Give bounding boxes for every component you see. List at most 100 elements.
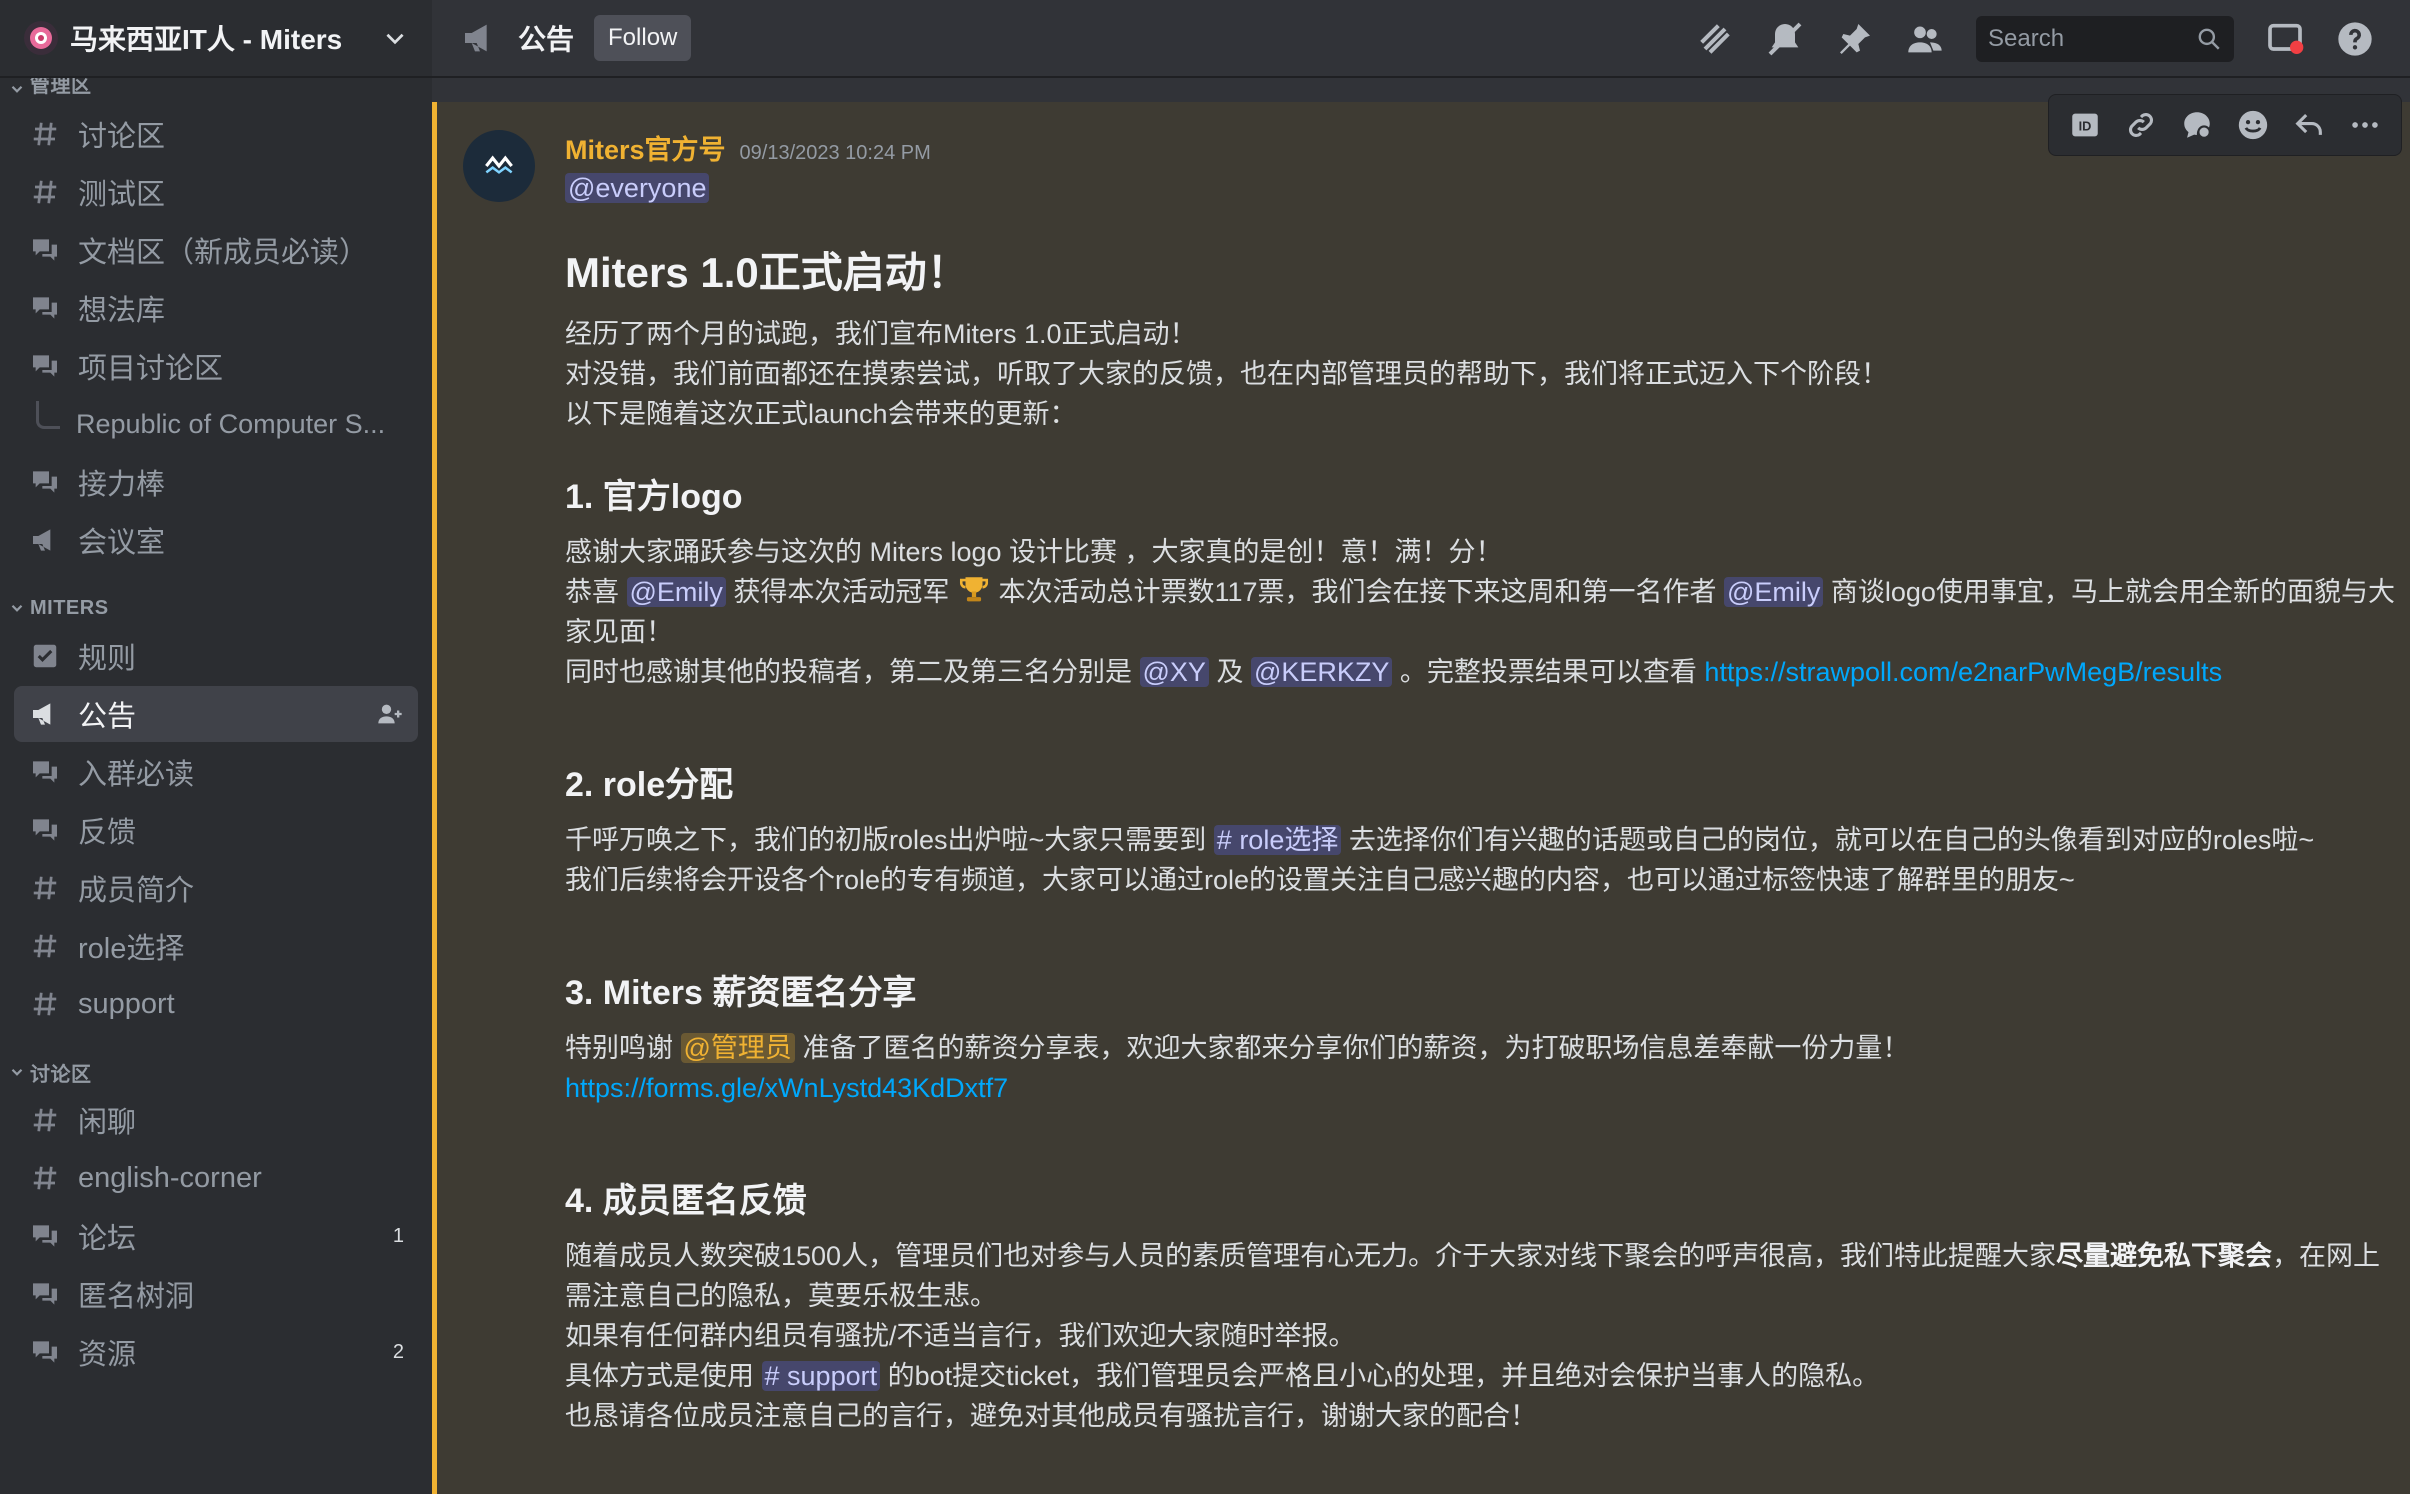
discord-window: 马来西亚IT人 - Miters 管理区 讨论区 测试区 文档区（新成员必读） — [0, 0, 2410, 1494]
hash-icon — [28, 1103, 62, 1137]
threads-icon[interactable] — [1694, 18, 1736, 60]
channel-item[interactable]: 项目讨论区 — [14, 338, 418, 394]
copy-id-icon[interactable]: ID — [2064, 104, 2106, 146]
create-thread-icon[interactable] — [2176, 104, 2218, 146]
copy-link-icon[interactable] — [2120, 104, 2162, 146]
message-content: @everyone Miters 1.0正式启动！ 经历了两个月的试跑，我们宣布… — [565, 168, 2395, 1436]
forum-icon — [28, 349, 62, 383]
channel-label: 公告 — [78, 701, 137, 733]
text-run: 的bot提交ticket，我们管理员会严格且小心的处理，并且绝对会保护当事人的隐… — [880, 1361, 1880, 1391]
bold-text: 尽量避免私下聚会 — [2056, 1241, 2273, 1271]
channel-mention[interactable]: # support — [761, 1361, 881, 1391]
channel-item[interactable]: 入群必读 — [14, 744, 418, 800]
header-toolbar: Search — [1680, 0, 2390, 78]
channel-list: 管理区 讨论区 测试区 文档区（新成员必读） 想法库 项目讨论区 Republi… — [0, 78, 432, 1382]
channel-item-active[interactable]: 公告 — [14, 686, 418, 742]
section-heading: 2. role分配 — [565, 766, 734, 804]
channel-item[interactable]: 成员简介 — [14, 860, 418, 916]
text-run: 本次活动总计票数117票，我们会在接下来这周和第一名作者 — [990, 577, 1724, 607]
channel-item[interactable]: 闲聊 — [14, 1092, 418, 1148]
user-mention[interactable]: @XY — [1139, 657, 1209, 687]
search-placeholder: Search — [1988, 25, 2065, 52]
salary-form-link[interactable]: https://forms.gle/xWnLystd43KdDxtf7 — [565, 1073, 1008, 1103]
user-mention[interactable]: @Emily — [626, 577, 726, 607]
intro-line: 经历了两个月的试跑，我们宣布Miters 1.0正式启动！ — [565, 319, 1197, 349]
channel-item[interactable]: english-corner — [14, 1150, 418, 1206]
category-discuss[interactable]: 讨论区 — [0, 1054, 432, 1090]
user-mention[interactable]: @KERKZY — [1250, 657, 1393, 687]
channel-title: 公告 — [518, 24, 575, 55]
hash-icon — [28, 175, 62, 209]
more-options-icon[interactable] — [2344, 104, 2386, 146]
avatar[interactable] — [463, 130, 535, 202]
paragraph: 千呼万唤之下，我们的初版roles出炉啦~大家只需要到 # role选择 去选择… — [565, 820, 2395, 860]
svg-text:ID: ID — [2079, 119, 2092, 134]
channel-item[interactable]: 想法库 — [14, 280, 418, 336]
thread-label: Republic of Computer S... — [76, 408, 386, 439]
intro-line: 以下是随着这次正式launch会带来的更新： — [565, 399, 1077, 429]
caret-down-icon — [11, 604, 23, 612]
channel-item[interactable]: 讨论区 — [14, 106, 418, 162]
message-header: Miters官方号 09/13/2023 10:24 PM — [565, 128, 931, 167]
category-miters[interactable]: MITERS — [0, 590, 432, 626]
author-name[interactable]: Miters官方号 — [565, 128, 726, 167]
channel-item[interactable]: 匿名树洞 — [14, 1266, 418, 1322]
text-run: 具体方式是使用 — [565, 1361, 762, 1391]
announce-icon — [28, 523, 62, 557]
channel-label: 规则 — [78, 643, 137, 675]
add-user-icon[interactable] — [376, 700, 404, 728]
search-icon — [2198, 28, 2220, 50]
channel-label: english-corner — [78, 1161, 262, 1194]
channel-header: 公告 Follow Search — [432, 0, 2410, 78]
announce-icon — [465, 24, 487, 52]
message-highlighted[interactable]: Miters官方号 09/13/2023 10:24 PM ID @everyo… — [432, 94, 2410, 1494]
follow-button[interactable]: Follow — [594, 15, 692, 61]
channel-label: 匿名树洞 — [78, 1281, 195, 1313]
search-input[interactable]: Search — [1976, 16, 2234, 62]
thread-item[interactable]: Republic of Computer S... — [14, 396, 418, 452]
message-title: Miters 1.0正式启动！ — [565, 249, 969, 296]
channel-label: support — [78, 987, 175, 1020]
chevron-down-icon[interactable] — [382, 25, 408, 51]
text-run: 及 — [1208, 657, 1251, 687]
member-list-icon[interactable] — [1904, 18, 1946, 60]
channel-item[interactable]: 测试区 — [14, 164, 418, 220]
channel-item[interactable]: 文档区（新成员必读） — [14, 222, 418, 278]
notification-muted-icon[interactable] — [1764, 18, 1806, 60]
channel-sidebar: 马来西亚IT人 - Miters 管理区 讨论区 测试区 文档区（新成员必读） — [0, 0, 432, 1494]
pin-icon[interactable] — [1834, 18, 1876, 60]
channel-item[interactable]: role选择 — [14, 918, 418, 974]
channel-item[interactable]: 规则 — [14, 628, 418, 684]
caret-down-icon — [11, 85, 23, 93]
channel-item[interactable]: support — [14, 976, 418, 1032]
server-header[interactable]: 马来西亚IT人 - Miters — [0, 0, 432, 78]
channel-label: 想法库 — [78, 295, 166, 327]
channel-label: 会议室 — [78, 527, 166, 559]
add-reaction-icon[interactable] — [2232, 104, 2274, 146]
channel-item[interactable]: 会议室 — [14, 512, 418, 568]
help-icon[interactable] — [2334, 18, 2376, 60]
text-run: 随着成员人数突破1500人，管理员们也对参与人员的素质管理有心无力。介于大家对线… — [565, 1241, 2057, 1271]
channel-item[interactable]: 论坛 1 — [14, 1208, 418, 1264]
forum-icon — [28, 1277, 62, 1311]
channel-item[interactable]: 接力棒 — [14, 454, 418, 510]
text-run: 同时也感谢其他的投稿者，第二及第三名分别是 — [565, 657, 1140, 687]
hash-icon — [28, 929, 62, 963]
poll-results-link[interactable]: https://strawpoll.com/e2narPwMegB/result… — [1704, 657, 2222, 687]
user-mention[interactable]: @Emily — [1723, 577, 1824, 607]
channel-label: 成员简介 — [78, 875, 195, 907]
channel-mention[interactable]: # role选择 — [1213, 825, 1342, 855]
channel-item[interactable]: 反馈 — [14, 802, 418, 858]
paragraph: 同时也感谢其他的投稿者，第二及第三名分别是 @XY 及 @KERKZY 。完整投… — [565, 652, 2395, 692]
role-mention[interactable]: @管理员 — [680, 1033, 795, 1063]
paragraph: 感谢大家踊跃参与这次的 Miters logo 设计比赛 ，大家真的是创！意！满… — [565, 537, 1503, 567]
section-heading: 3. Miters 薪资匿名分享 — [565, 974, 917, 1012]
reply-icon[interactable] — [2288, 104, 2330, 146]
channel-item[interactable]: 资源 2 — [14, 1324, 418, 1380]
category-admin[interactable]: 管理区 — [0, 78, 432, 98]
channel-label: 入群必读 — [78, 759, 195, 791]
mention-everyone[interactable]: @everyone — [565, 173, 710, 203]
text-run: 去选择你们有兴趣的话题或自己的岗位，就可以在自己的头像看到对应的roles啦~ — [1341, 825, 2315, 855]
inbox-icon[interactable] — [2264, 18, 2306, 60]
unread-count-badge: 1 — [392, 1224, 404, 1247]
